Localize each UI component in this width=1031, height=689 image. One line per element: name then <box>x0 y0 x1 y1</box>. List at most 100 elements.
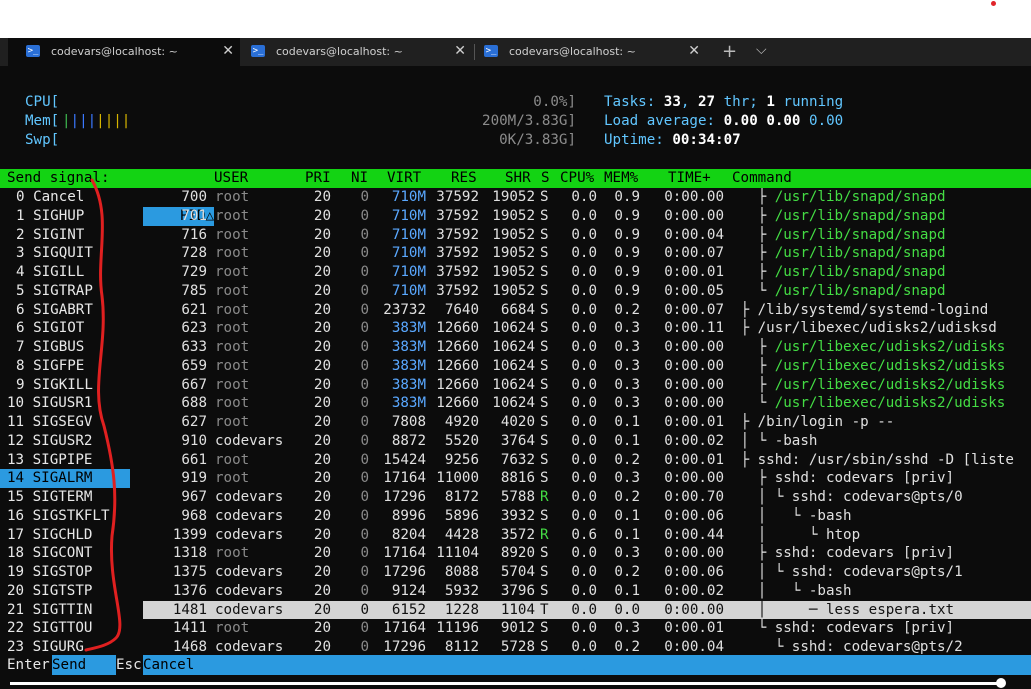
cell-cpu: 0.0 <box>571 207 597 224</box>
tab-3[interactable]: >_ codevars@localhost: ~ ✕ <box>474 38 706 66</box>
cell-virt: 710M <box>391 207 426 224</box>
cell-user: root <box>215 264 250 280</box>
send-button[interactable]: Send <box>52 655 116 675</box>
cell-pri: 20 <box>313 226 331 243</box>
process-row[interactable]: 785 root 20 0 710M 37592 19052 S 0.0 0.9 0:00.05 └… <box>143 282 1031 301</box>
process-row[interactable]: 700 root 20 0 710M 37592 19052 S 0.0 0.9 0:00.00 ├… <box>143 188 1031 207</box>
col-command-header[interactable]: Command <box>732 169 792 188</box>
process-row[interactable]: 667 root 20 0 383M 12660 10624 S 0.0 0.3 0:00.00 ├… <box>143 376 1031 395</box>
process-row[interactable]: 728 root 20 0 710M 37592 19052 S 0.0 0.9 0:00.07 ├… <box>143 244 1031 263</box>
cell-mem: 0.2 <box>614 639 640 655</box>
cell-virt: 9124 <box>391 582 426 599</box>
cell-res: 11196 <box>436 620 479 637</box>
close-icon[interactable]: ✕ <box>688 43 700 59</box>
cell-pid: 1318 <box>172 545 207 562</box>
cell-user: root <box>215 301 250 318</box>
col-user-header[interactable]: USER <box>214 169 248 188</box>
cell-command: ├ /usr/lib/snapd/snapd <box>732 226 1031 245</box>
process-row[interactable]: 1376 codevars 20 0 9124 5932 3796 S 0.0 0.1 0:00.0… <box>143 582 1031 601</box>
process-row[interactable]: 1411 root 20 0 17164 11196 9012 S 0.0 0.3 0:00.01 … <box>143 619 1031 638</box>
tab-2[interactable]: >_ codevars@localhost: ~ ✕ <box>240 38 472 66</box>
tree-branch: ├ <box>732 451 758 468</box>
cell-ni: 0 <box>360 376 369 393</box>
process-row[interactable]: 1399 codevars 20 0 8204 4428 3572 R 0.6 0.1 0:00.4… <box>143 526 1031 545</box>
process-row[interactable]: 1375 codevars 20 0 17296 8088 5704 S 0.0 0.2 0:00.… <box>143 563 1031 582</box>
cell-shr: 5788 <box>500 489 535 505</box>
process-row[interactable]: 1468 codevars 20 0 17296 8112 5728 S 0.0 0.2 0:00.… <box>143 638 1031 657</box>
cell-shr: 19052 <box>492 226 535 243</box>
cell-ni: 0 <box>360 545 369 562</box>
col-mem-header[interactable]: MEM% <box>604 169 638 188</box>
cell-pri: 20 <box>313 545 331 562</box>
cell-ni: 0 <box>360 639 369 655</box>
process-row[interactable]: 701 root 20 0 710M 37592 19052 S 0.0 0.9 0:00.00 ├… <box>143 207 1031 226</box>
cell-user: root <box>215 339 250 355</box>
process-row[interactable]: 627 root 20 0 7808 4920 4020 S 0.0 0.1 0:00.01 ├ /… <box>143 413 1031 432</box>
cell-virt: 17296 <box>383 489 426 505</box>
cell-pri: 20 <box>313 507 331 524</box>
cell-cpu: 0.0 <box>571 545 597 562</box>
cell-pri: 20 <box>313 582 331 599</box>
process-list[interactable]: 700 root 20 0 710M 37592 19052 S 0.0 0.9 0:00.00 ├… <box>0 188 1031 658</box>
cell-shr: 3764 <box>500 432 535 449</box>
col-cpu-header[interactable]: CPU% <box>560 169 594 188</box>
cell-shr: 6684 <box>500 301 535 318</box>
cell-pid: 627 <box>181 414 207 430</box>
cell-virt: 23732 <box>383 301 426 318</box>
process-row[interactable]: 659 root 20 0 383M 12660 10624 S 0.0 0.3 0:00.00 ├… <box>143 357 1031 376</box>
cell-pri: 20 <box>313 432 331 449</box>
cell-user: root <box>215 207 250 224</box>
process-row[interactable]: 910 codevars 20 0 8872 5520 3764 S 0.0 0.1 0:00.02… <box>143 432 1031 451</box>
cell-ni: 0 <box>360 282 369 299</box>
cell-command: ├ sshd: /usr/sbin/sshd -D [liste <box>732 451 1031 470</box>
process-row[interactable]: 1481 codevars 20 0 6152 1228 1104 T 0.0 0.0 0:00.0… <box>143 600 1031 620</box>
video-progress-handle[interactable] <box>996 678 1006 688</box>
process-row[interactable]: 1318 root 20 0 17164 11104 8920 S 0.0 0.3 0:00.00 … <box>143 544 1031 563</box>
new-tab-button[interactable]: + <box>722 41 737 62</box>
cell-user: root <box>215 226 250 243</box>
tree-branch: ├ <box>732 470 775 487</box>
cancel-button[interactable]: Cancel <box>143 655 1031 675</box>
process-row[interactable]: 688 root 20 0 383M 12660 10624 S 0.0 0.3 0:00.00 └… <box>143 394 1031 413</box>
cell-virt: 6152 <box>391 601 426 618</box>
col-time-header[interactable]: TIME+ <box>668 169 711 188</box>
cell-time: 0:00.05 <box>664 282 724 299</box>
close-icon[interactable]: ✕ <box>222 43 234 59</box>
col-ni-header[interactable]: NI <box>351 169 368 188</box>
process-row[interactable]: 968 codevars 20 0 8996 5896 3932 S 0.0 0.1 0:00.06… <box>143 507 1031 526</box>
cell-mem: 0.9 <box>614 207 640 224</box>
cell-command: │ └ sshd: codevars@pts/0 <box>732 488 1031 507</box>
col-pri-header[interactable]: PRI <box>305 169 331 188</box>
cell-pri: 20 <box>313 245 331 262</box>
cell-user: root <box>215 282 250 299</box>
cell-user: root <box>215 357 250 374</box>
hand-drawn-annotation <box>84 178 122 652</box>
cell-s: R <box>540 489 549 505</box>
video-progress-bar[interactable] <box>10 682 1005 685</box>
process-row[interactable]: 623 root 20 0 383M 12660 10624 S 0.0 0.3 0:00.11 ├… <box>143 319 1031 338</box>
col-shr-header[interactable]: SHR <box>505 169 531 188</box>
cell-command: │ └ sshd: codevars@pts/1 <box>732 563 1031 582</box>
terminal-area[interactable]: CPU[ 0.0%] Mem[ |||||||| 200M/3.83G] Swp… <box>0 66 1031 681</box>
col-state-header[interactable]: S <box>541 169 550 188</box>
cell-command: ├ sshd: codevars [priv] <box>732 544 1031 563</box>
process-row[interactable]: 967 codevars 20 0 17296 8172 5788 R 0.0 0.2 0:00.7… <box>143 488 1031 507</box>
process-row[interactable]: 661 root 20 0 15424 9256 7632 S 0.0 0.2 0:00.01 ├ … <box>143 451 1031 470</box>
col-virt-header[interactable]: VIRT <box>387 169 421 188</box>
close-icon[interactable]: ✕ <box>454 43 466 59</box>
cell-pri: 20 <box>313 320 331 337</box>
tab-1[interactable]: >_ codevars@localhost: ~ ✕ <box>8 38 240 66</box>
cell-command: │ └ htop <box>732 526 1031 545</box>
process-row[interactable]: 621 root 20 0 23732 7640 6684 S 0.0 0.2 0:00.07 ├ … <box>143 301 1031 320</box>
process-row[interactable]: 633 root 20 0 383M 12660 10624 S 0.0 0.3 0:00.00 ├… <box>143 338 1031 357</box>
col-res-header[interactable]: RES <box>451 169 477 188</box>
cell-pid: 1481 <box>172 601 207 618</box>
process-row[interactable]: 716 root 20 0 710M 37592 19052 S 0.0 0.9 0:00.04 ├… <box>143 226 1031 245</box>
cell-command: └ sshd: codevars@pts/2 <box>732 638 1031 657</box>
cell-mem: 0.1 <box>614 526 640 543</box>
uptime: Uptime: 00:34:07 <box>604 132 741 148</box>
cell-mem: 0.3 <box>614 320 640 337</box>
chevron-down-icon[interactable]: ⌵ <box>756 42 767 58</box>
process-row[interactable]: 919 root 20 0 17164 11000 8816 S 0.0 0.3 0:00.00 ├… <box>143 469 1031 488</box>
process-row[interactable]: 729 root 20 0 710M 37592 19052 S 0.0 0.9 0:00.01 ├… <box>143 263 1031 282</box>
